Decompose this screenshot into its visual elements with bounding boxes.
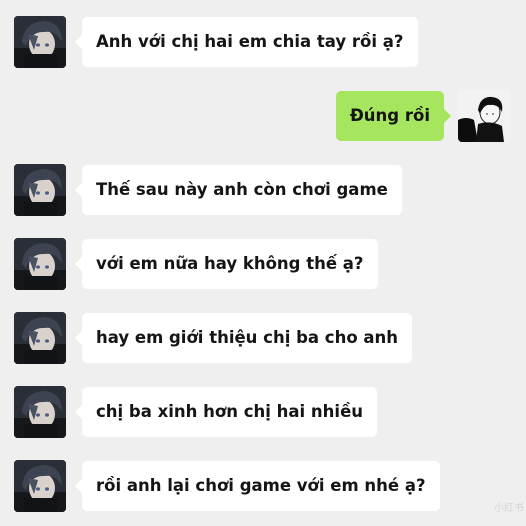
message-row: với em nữa hay không thế ạ? xyxy=(0,236,526,292)
contact-avatar[interactable] xyxy=(14,312,66,364)
incoming-message[interactable]: Anh với chị hai em chia tay rồi ạ? xyxy=(75,17,418,67)
contact-avatar[interactable] xyxy=(14,460,66,512)
incoming-message[interactable]: Thế sau này anh còn chơi game xyxy=(75,165,402,215)
dark-haired-boy-avatar-icon xyxy=(14,386,66,438)
incoming-message[interactable]: rồi anh lại chơi game với em nhé ạ? xyxy=(75,461,440,511)
message-row: hay em giới thiệu chị ba cho anh xyxy=(0,310,526,366)
contact-avatar[interactable] xyxy=(14,16,66,68)
outgoing-message[interactable]: Đúng rồi xyxy=(335,91,452,141)
watermark: 小红书 xyxy=(494,503,524,514)
dark-haired-boy-avatar-icon xyxy=(14,164,66,216)
monochrome-boy-avatar-icon xyxy=(458,90,510,142)
dark-haired-boy-avatar-icon xyxy=(14,16,66,68)
contact-avatar[interactable] xyxy=(14,238,66,290)
dark-haired-boy-avatar-icon xyxy=(14,238,66,290)
contact-avatar[interactable] xyxy=(14,164,66,216)
incoming-message[interactable]: chị ba xinh hơn chị hai nhiều xyxy=(74,387,378,437)
message-row: Thế sau này anh còn chơi game xyxy=(0,162,526,218)
dark-haired-boy-avatar-icon xyxy=(14,312,66,364)
message-row: Đúng rồi xyxy=(0,88,526,144)
message-row: Anh với chị hai em chia tay rồi ạ? xyxy=(0,14,526,70)
message-row: chị ba xinh hơn chị hai nhiều xyxy=(0,384,526,440)
incoming-message[interactable]: hay em giới thiệu chị ba cho anh xyxy=(74,313,413,363)
contact-avatar[interactable] xyxy=(14,386,66,438)
my-avatar[interactable] xyxy=(458,90,510,142)
chat-conversation: Anh với chị hai em chia tay rồi ạ? Đúng … xyxy=(0,0,526,526)
message-row: rồi anh lại chơi game với em nhé ạ? xyxy=(0,458,526,514)
dark-haired-boy-avatar-icon xyxy=(14,460,66,512)
incoming-message[interactable]: với em nữa hay không thế ạ? xyxy=(75,239,378,289)
